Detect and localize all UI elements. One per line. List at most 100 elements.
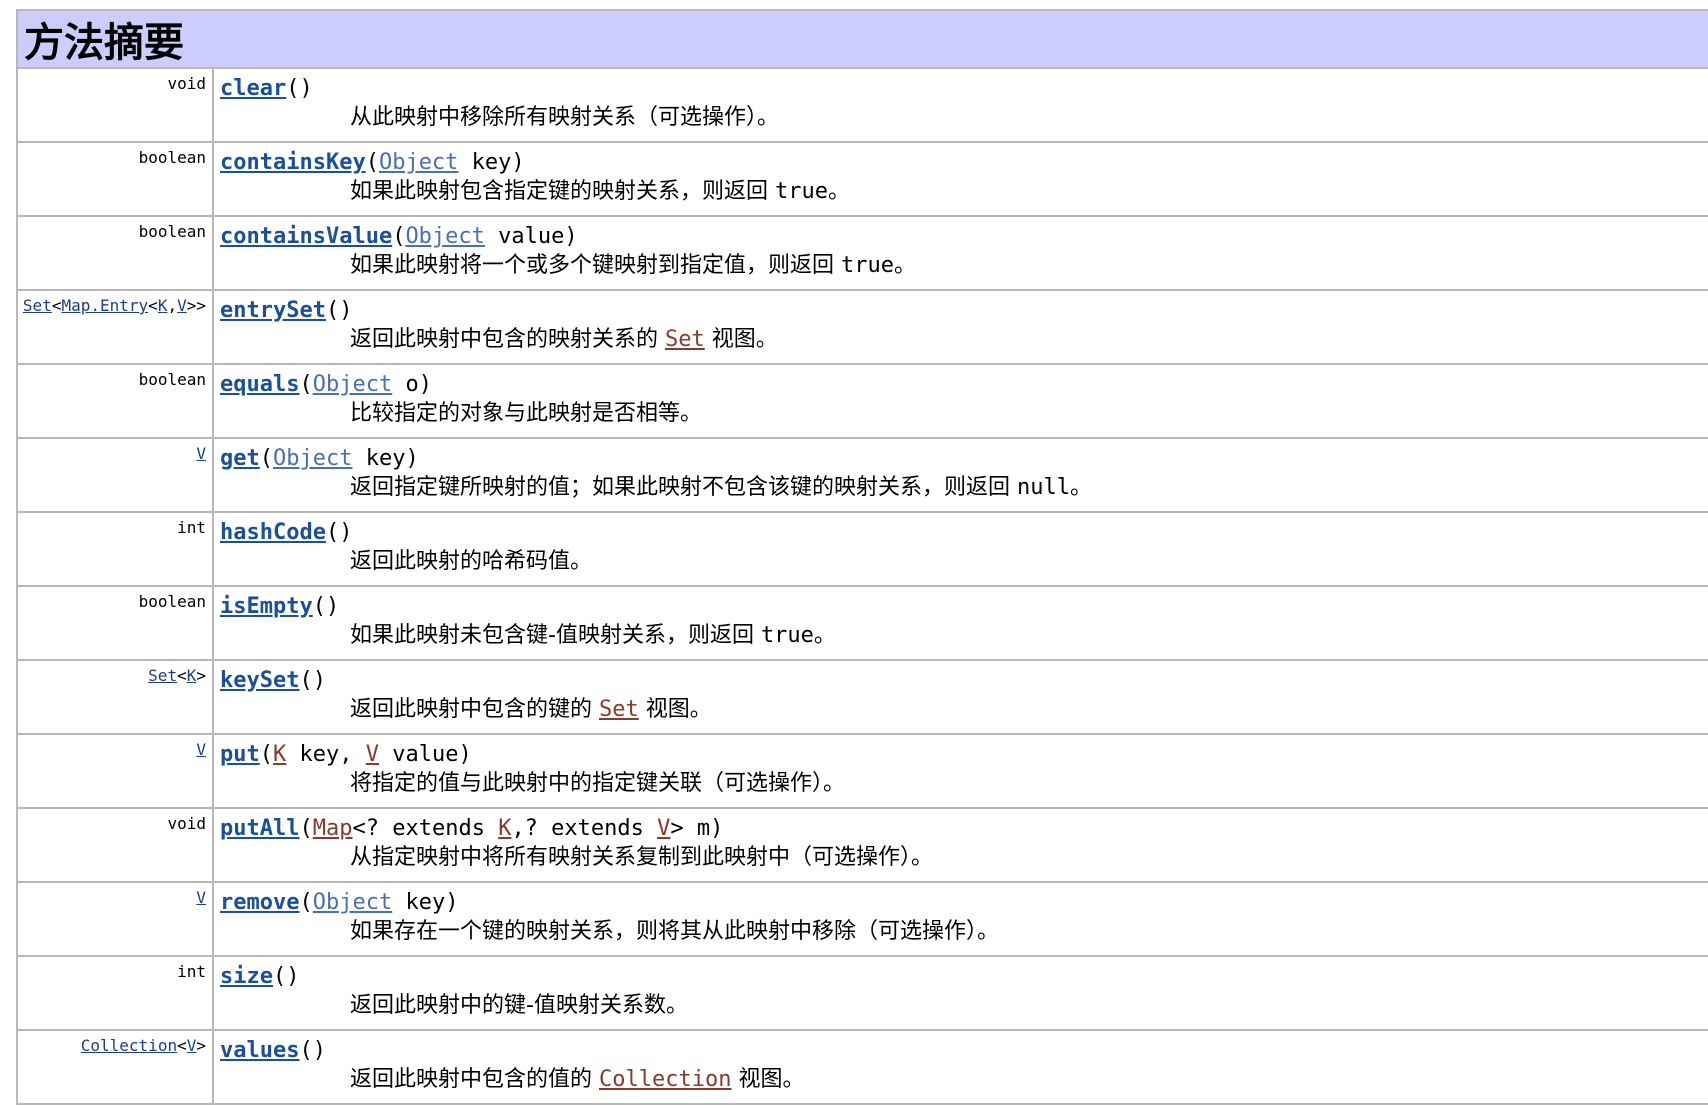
- type-punct: >: [196, 1036, 206, 1055]
- type-link-v[interactable]: V: [196, 740, 206, 759]
- return-type: void: [167, 74, 206, 93]
- desc-code: null: [1017, 475, 1070, 500]
- param-type-link[interactable]: Object: [313, 372, 392, 397]
- method-link-remove[interactable]: remove: [220, 890, 299, 915]
- param-generic: ,? extends: [511, 816, 658, 841]
- method-link-values[interactable]: values: [220, 1038, 299, 1063]
- desc-text: 如果此映射将一个或多个键映射到指定值，则返回: [350, 253, 841, 278]
- type-link-v[interactable]: V: [196, 888, 206, 907]
- type-link-v[interactable]: V: [177, 296, 187, 315]
- method-link-isempty[interactable]: isEmpty: [220, 594, 313, 619]
- method-link-keyset[interactable]: keySet: [220, 668, 299, 693]
- params: (): [272, 964, 300, 989]
- type-link-collection[interactable]: Collection: [81, 1036, 177, 1055]
- param-type-link[interactable]: Object: [313, 890, 392, 915]
- return-type-cell: boolean: [18, 587, 214, 659]
- method-cell: entrySet() 返回此映射中包含的映射关系的 Set 视图。: [214, 291, 1708, 363]
- table-row: V put(K key, V value) 将指定的值与此映射中的指定键关联（可…: [18, 735, 1708, 809]
- method-description: 返回此映射中包含的值的 Collection 视图。: [350, 1065, 1708, 1095]
- method-description: 如果此映射包含指定键的映射关系，则返回 true。: [350, 177, 1708, 207]
- method-link-size[interactable]: size: [220, 964, 273, 989]
- param-type-v[interactable]: V: [366, 742, 379, 767]
- params: (): [286, 76, 313, 101]
- paren: (: [299, 890, 313, 915]
- type-link-v[interactable]: V: [187, 1036, 197, 1055]
- method-description: 从此映射中移除所有映射关系（可选操作）。: [350, 105, 780, 130]
- return-type: void: [167, 814, 206, 833]
- desc-link-collection[interactable]: Collection: [599, 1067, 731, 1092]
- method-cell: values() 返回此映射中包含的值的 Collection 视图。: [214, 1031, 1708, 1103]
- param-name: value): [378, 742, 472, 767]
- param-type-map[interactable]: Map: [313, 816, 353, 841]
- method-signature: containsKey(Object key): [220, 149, 1708, 177]
- method-link-clear[interactable]: clear: [220, 76, 286, 101]
- return-type-cell: void: [18, 809, 214, 881]
- param-type-link[interactable]: Object: [273, 446, 352, 471]
- table-row: void putAll(Map<? extends K,? extends V>…: [18, 809, 1708, 883]
- return-type-cell: int: [18, 957, 214, 1029]
- method-cell: remove(Object key) 如果存在一个键的映射关系，则将其从此映射中…: [214, 883, 1708, 955]
- desc-text: 如果此映射包含指定键的映射关系，则返回: [350, 179, 775, 204]
- desc-code: true: [841, 253, 894, 278]
- method-signature: isEmpty(): [220, 593, 1708, 621]
- return-type-cell: int: [18, 513, 214, 585]
- method-link-entryset[interactable]: entrySet: [220, 298, 326, 323]
- param-type-link[interactable]: Object: [379, 150, 458, 175]
- table-row: boolean isEmpty() 如果此映射未包含键-值映射关系，则返回 tr…: [18, 587, 1708, 661]
- table-row: boolean equals(Object o) 比较指定的对象与此映射是否相等…: [18, 365, 1708, 439]
- method-summary-table: 方法摘要 void clear() 从此映射中移除所有映射关系（可选操作）。 b…: [16, 9, 1708, 1105]
- paren: (: [365, 150, 379, 175]
- method-cell: keySet() 返回此映射中包含的键的 Set 视图。: [214, 661, 1708, 733]
- type-link-map-entry[interactable]: Map.Entry: [61, 296, 148, 315]
- method-description: 返回此映射的哈希码值。: [350, 549, 593, 574]
- method-description: 将指定的值与此映射中的指定键关联（可选操作）。: [350, 771, 846, 796]
- method-description: 如果此映射将一个或多个键映射到指定值，则返回 true。: [350, 251, 1708, 281]
- param-type-v[interactable]: V: [657, 816, 670, 841]
- method-cell: containsValue(Object value) 如果此映射将一个或多个键…: [214, 217, 1708, 289]
- desc-text: 。: [813, 623, 836, 648]
- params: (): [299, 1038, 326, 1063]
- type-link-v[interactable]: V: [196, 444, 206, 463]
- return-type: int: [177, 962, 206, 981]
- method-signature: size(): [220, 963, 1708, 991]
- return-type-cell: boolean: [18, 143, 214, 215]
- method-description: 返回此映射中包含的键的 Set 视图。: [350, 695, 1708, 725]
- method-link-putall[interactable]: putAll: [220, 816, 299, 841]
- desc-text: 。: [827, 179, 850, 204]
- table-row: Set<K> keySet() 返回此映射中包含的键的 Set 视图。: [18, 661, 1708, 735]
- paren: (: [299, 372, 313, 397]
- table-row: V get(Object key) 返回指定键所映射的值；如果此映射不包含该键的…: [18, 439, 1708, 513]
- method-link-containsvalue[interactable]: containsValue: [220, 224, 392, 249]
- method-description: 如果存在一个键的映射关系，则将其从此映射中移除（可选操作）。: [350, 919, 1000, 944]
- type-link-set[interactable]: Set: [148, 666, 177, 685]
- param-name: > m): [670, 816, 724, 841]
- method-link-containskey[interactable]: containsKey: [220, 150, 366, 175]
- method-link-put[interactable]: put: [220, 742, 260, 767]
- desc-text: 视图。: [704, 327, 778, 352]
- type-link-k[interactable]: K: [158, 296, 168, 315]
- table-row: Collection<V> values() 返回此映射中包含的值的 Colle…: [18, 1031, 1708, 1105]
- return-type: boolean: [138, 148, 206, 167]
- desc-text: 返回指定键所映射的值；如果此映射不包含该键的映射关系，则返回: [350, 475, 1017, 500]
- method-link-get[interactable]: get: [220, 446, 260, 471]
- type-link-set[interactable]: Set: [23, 296, 52, 315]
- params: (): [299, 668, 326, 693]
- paren: (: [259, 446, 273, 471]
- table-row: Set<Map.Entry<K,V>> entrySet() 返回此映射中包含的…: [18, 291, 1708, 365]
- desc-text: 视图。: [731, 1067, 805, 1092]
- method-signature: get(Object key): [220, 445, 1708, 473]
- param-generic: <? extends: [352, 816, 499, 841]
- desc-link-set[interactable]: Set: [599, 697, 639, 722]
- method-description: 比较指定的对象与此映射是否相等。: [350, 401, 703, 426]
- param-type-k[interactable]: K: [273, 742, 286, 767]
- desc-link-set[interactable]: Set: [665, 327, 705, 352]
- param-type-link[interactable]: Object: [405, 224, 484, 249]
- type-link-k[interactable]: K: [187, 666, 197, 685]
- param-type-k[interactable]: K: [498, 816, 511, 841]
- method-link-hashcode[interactable]: hashCode: [220, 520, 326, 545]
- method-description: 返回指定键所映射的值；如果此映射不包含该键的映射关系，则返回 null。: [350, 473, 1708, 503]
- return-type-cell: V: [18, 735, 214, 807]
- method-cell: put(K key, V value) 将指定的值与此映射中的指定键关联（可选操…: [214, 735, 1708, 807]
- method-link-equals[interactable]: equals: [220, 372, 299, 397]
- return-type-cell: boolean: [18, 217, 214, 289]
